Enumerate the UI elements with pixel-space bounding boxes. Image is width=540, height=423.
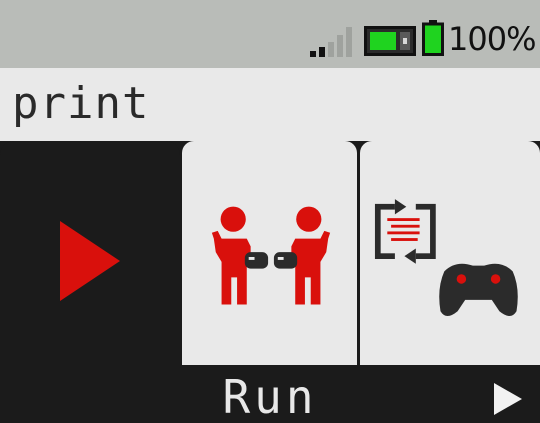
title-bar: print: [0, 68, 540, 141]
status-bar: 100%: [0, 0, 540, 68]
sim-card-icon: [364, 26, 416, 56]
menu-item-two-players[interactable]: [182, 141, 357, 365]
two-players-controller-icon: [211, 206, 331, 305]
battery-icon: [422, 20, 444, 56]
play-icon: [60, 221, 120, 301]
menu-item-run[interactable]: [0, 141, 180, 365]
device-screen: 100% print Run: [0, 0, 540, 423]
battery-level-text: 100%: [448, 20, 536, 58]
transfer-remote-controller-icon: [374, 199, 518, 316]
selection-bar: Run: [0, 365, 540, 423]
right-arrow-icon[interactable]: [490, 381, 526, 417]
page-title: print: [12, 78, 150, 129]
menu-item-remote[interactable]: [360, 141, 540, 365]
selected-item-label: Run: [222, 370, 318, 423]
signal-strength-icon: [310, 27, 358, 57]
